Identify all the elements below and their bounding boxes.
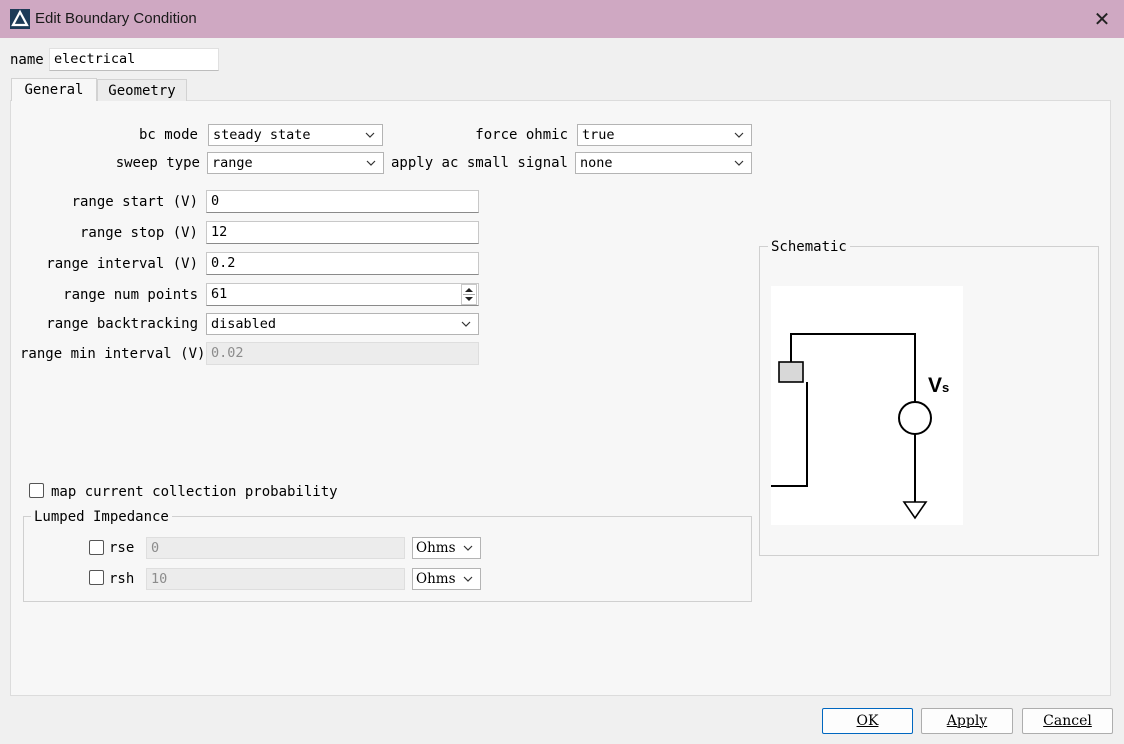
bc-mode-select[interactable]: steady state	[208, 124, 383, 146]
rse-checkbox[interactable]	[89, 540, 104, 555]
cancel-button-label: Cancel	[1043, 713, 1092, 729]
bc-mode-label: bc mode	[138, 127, 198, 143]
apply-button-label: Apply	[946, 713, 988, 729]
range-start-label: range start (V)	[71, 194, 198, 210]
tab-geometry[interactable]: Geometry	[97, 79, 187, 101]
rsh-label: rsh	[109, 571, 135, 587]
chevron-down-icon	[734, 132, 744, 138]
chevron-down-icon	[365, 132, 375, 138]
apply-button[interactable]: Apply	[921, 708, 1013, 734]
force-ohmic-label: force ohmic	[475, 127, 568, 143]
rsh-unit-value: Ohms	[416, 571, 456, 587]
name-input[interactable]: electrical	[49, 48, 219, 71]
tab-general[interactable]: General	[11, 78, 97, 101]
range-backtracking-select[interactable]: disabled	[206, 313, 479, 335]
range-min-interval-input: 0.02	[206, 342, 479, 365]
spinner-arrows-icon	[463, 288, 475, 301]
voltage-source-label: Vs	[928, 374, 949, 398]
rse-unit-value: Ohms	[416, 540, 456, 556]
range-interval-input[interactable]: 0.2	[206, 252, 479, 275]
chevron-down-icon	[461, 321, 471, 327]
range-stop-input[interactable]: 12	[206, 221, 479, 244]
force-ohmic-select[interactable]: true	[577, 124, 752, 146]
rsh-unit-select[interactable]: Ohms	[412, 568, 481, 590]
range-interval-label: range interval (V)	[46, 256, 198, 272]
apply-ac-value: none	[580, 155, 613, 171]
range-num-points-spinner[interactable]	[461, 284, 477, 305]
schematic-title: Schematic	[768, 239, 850, 255]
lumped-impedance-title: Lumped Impedance	[31, 509, 172, 525]
range-backtracking-label: range backtracking	[46, 316, 198, 332]
name-label: name	[10, 52, 44, 68]
map-current-label: map current collection probability	[51, 484, 338, 500]
rse-unit-select[interactable]: Ohms	[412, 537, 481, 559]
cancel-button[interactable]: Cancel	[1022, 708, 1113, 734]
rsh-input: 10	[146, 568, 405, 590]
range-backtracking-value: disabled	[211, 316, 277, 332]
rse-label: rse	[109, 540, 135, 556]
ok-button[interactable]: OK	[822, 708, 913, 734]
chevron-down-icon	[734, 160, 744, 166]
chevron-down-icon	[463, 545, 473, 551]
chevron-down-icon	[366, 160, 376, 166]
rsh-checkbox[interactable]	[89, 570, 104, 585]
ok-button-label: OK	[856, 713, 879, 729]
sweep-type-label: sweep type	[115, 155, 200, 171]
voltage-source-subscript: s	[942, 380, 950, 395]
sweep-type-value: range	[212, 155, 253, 171]
range-num-points-label: range num points	[63, 287, 198, 303]
map-current-checkbox[interactable]	[29, 483, 44, 498]
bc-mode-value: steady state	[213, 127, 311, 143]
apply-ac-select[interactable]: none	[575, 152, 752, 174]
sweep-type-select[interactable]: range	[207, 152, 384, 174]
chevron-down-icon	[463, 576, 473, 582]
rse-input: 0	[146, 537, 405, 559]
app-logo-icon	[10, 9, 30, 29]
apply-ac-label: apply ac small signal	[390, 155, 568, 171]
range-min-interval-label: range min interval (V)	[20, 346, 206, 362]
window-title: Edit Boundary Condition	[35, 10, 197, 27]
force-ohmic-value: true	[582, 127, 615, 143]
range-stop-label: range stop (V)	[79, 225, 198, 241]
voltage-source-symbol: V	[928, 374, 943, 397]
schematic-diagram	[771, 286, 963, 525]
range-num-points-input[interactable]: 61	[206, 283, 479, 306]
range-start-input[interactable]: 0	[206, 190, 479, 213]
close-icon[interactable]: ✕	[1090, 6, 1114, 32]
